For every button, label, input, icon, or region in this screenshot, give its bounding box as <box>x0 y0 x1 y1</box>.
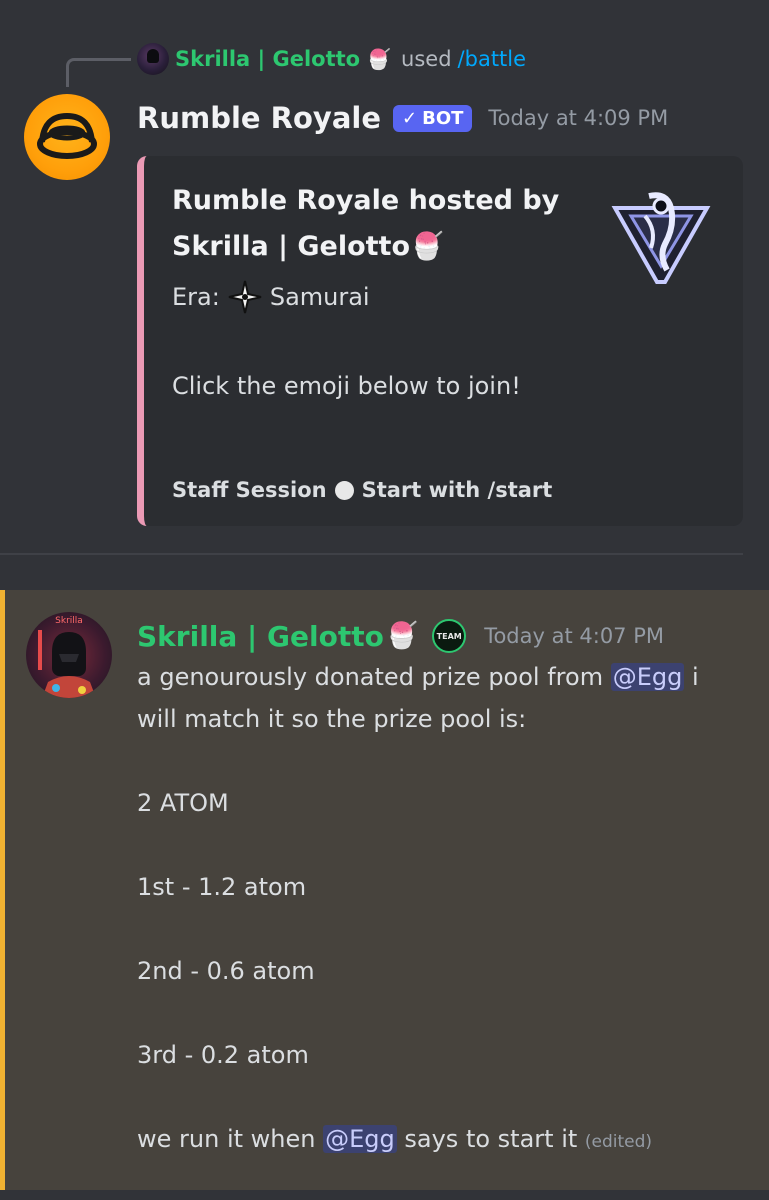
message-divider <box>0 553 743 555</box>
embed-title-text: Rumble Royale hosted by Skrilla | Gelott… <box>172 185 560 262</box>
shaved-ice-emoji: 🍧 <box>385 621 419 651</box>
shaved-ice-emoji: 🍧 <box>410 231 444 262</box>
message-last-line: we run it when @Egg says to start it (ed… <box>137 1118 737 1163</box>
user-timestamp[interactable]: Today at 4:07 PM <box>484 624 664 648</box>
embed-footer-right: Start with /start <box>361 478 553 502</box>
checkmark-icon: ✓ <box>402 107 418 129</box>
bot-message: Skrilla | Gelotto 🍧 used /battle Rumble … <box>0 0 769 570</box>
reply-avatar[interactable] <box>137 43 169 75</box>
user-message-content: a genourously donated prize pool from @E… <box>137 656 737 1163</box>
bot-badge-label: BOT <box>422 107 464 129</box>
reply-command[interactable]: /battle <box>458 47 527 71</box>
team-badge-icon[interactable]: TEAM <box>432 619 467 653</box>
embed-thumbnail[interactable] <box>609 186 713 290</box>
user-avatar[interactable]: Skrilla <box>26 612 112 698</box>
user-message-highlighted: Skrilla Skrilla | Gelotto 🍧 TEAM Today a… <box>0 590 769 1190</box>
embed-era-value: Samurai <box>269 283 370 311</box>
interaction-reply[interactable]: Skrilla | Gelotto 🍧 used /battle <box>137 42 526 76</box>
prize-total: 2 ATOM <box>137 789 229 817</box>
user-message-header: Skrilla | Gelotto 🍧 TEAM Today at 4:07 P… <box>137 616 664 656</box>
edited-label: (edited) <box>584 1132 653 1152</box>
reply-used-text: used <box>401 47 452 71</box>
message-paragraph: a genourously donated prize pool from @E… <box>137 656 737 740</box>
prize-second: 2nd - 0.6 atom <box>137 957 315 985</box>
bot-badge: ✓ BOT <box>393 104 473 132</box>
prize-third: 3rd - 0.2 atom <box>137 1041 309 1069</box>
embed-era-line: Era: Samurai <box>172 280 370 314</box>
message-text: we run it when <box>137 1125 316 1153</box>
embed-description: Click the emoji below to join! <box>172 372 521 400</box>
embed-footer-left: Staff Session <box>172 478 327 502</box>
bot-username[interactable]: Rumble Royale <box>137 101 381 135</box>
mention-egg[interactable]: @Egg <box>323 1125 397 1153</box>
mention-egg[interactable]: @Egg <box>610 663 685 691</box>
reply-username[interactable]: Skrilla | Gelotto <box>175 47 360 71</box>
user-username[interactable]: Skrilla | Gelotto <box>137 620 384 653</box>
message-text: a genourously donated prize pool from <box>137 663 604 691</box>
white-circle-icon <box>334 480 354 500</box>
reply-connector <box>66 58 131 87</box>
prize-first: 1st - 1.2 atom <box>137 873 307 901</box>
message-text: says to start it <box>404 1125 578 1153</box>
svg-text:Skrilla: Skrilla <box>55 616 83 626</box>
bot-timestamp[interactable]: Today at 4:09 PM <box>488 106 668 130</box>
embed-title: Rumble Royale hosted by Skrilla | Gelott… <box>172 178 562 270</box>
embed-footer: Staff Session Start with /start <box>172 478 552 502</box>
embed-era-label: Era: <box>172 283 220 311</box>
shuriken-icon <box>228 280 262 314</box>
embed-card: Rumble Royale hosted by Skrilla | Gelott… <box>137 156 743 526</box>
bot-avatar[interactable] <box>24 94 110 180</box>
shaved-ice-emoji: 🍧 <box>366 47 392 71</box>
bot-message-header: Rumble Royale ✓ BOT Today at 4:09 PM <box>137 96 668 140</box>
